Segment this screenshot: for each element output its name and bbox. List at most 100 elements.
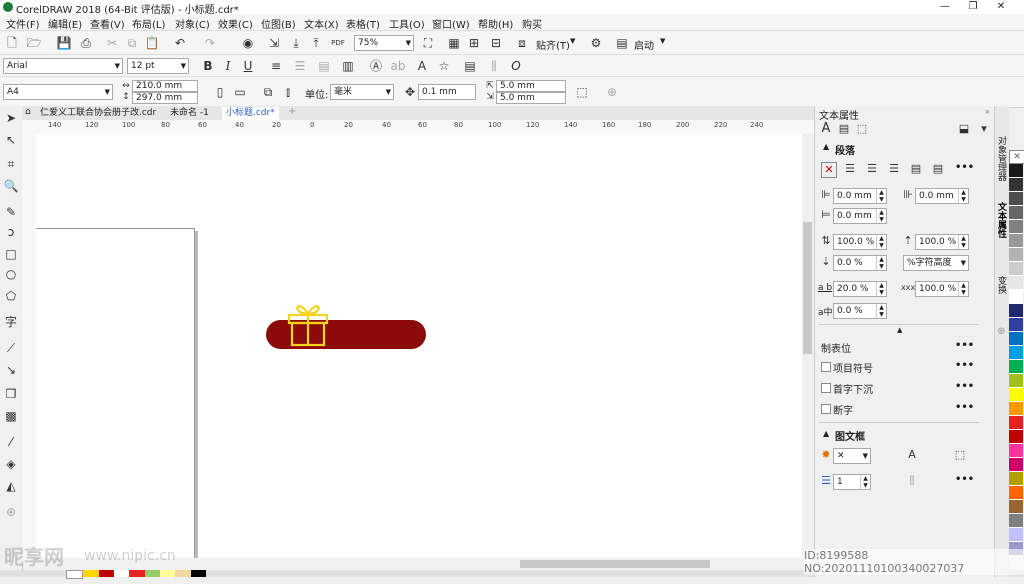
copy-icon[interactable]: ⧉: [124, 35, 140, 51]
collapse-icon[interactable]: »: [985, 107, 990, 116]
close-button[interactable]: ✕: [990, 0, 1012, 14]
dropcap-icon[interactable]: ▤: [316, 58, 332, 74]
unit-select[interactable]: 毫米 ▼: [330, 84, 394, 100]
color-swatch[interactable]: [1009, 248, 1023, 262]
edit-text-icon[interactable]: ab: [390, 58, 406, 74]
freehand-tool-icon[interactable]: ✎: [3, 204, 19, 220]
doc-swatch[interactable]: [159, 570, 176, 577]
text-tool-icon[interactable]: 字: [3, 314, 19, 330]
color-swatch[interactable]: [1009, 220, 1023, 234]
spinner-icon[interactable]: ▲ ▼: [876, 282, 886, 296]
artistic-media-icon[interactable]: ↄ: [3, 224, 19, 240]
color-swatch[interactable]: [1009, 388, 1023, 402]
bullets-checkbox[interactable]: [821, 362, 831, 372]
pick-tool-icon[interactable]: ➤: [3, 110, 19, 126]
frame-size-icon[interactable]: ⬚: [953, 448, 967, 462]
options-gear-icon[interactable]: ⚙: [588, 35, 604, 51]
color-swatch[interactable]: [1009, 206, 1023, 220]
eyedropper-icon[interactable]: ⁄: [3, 434, 19, 450]
portrait-icon[interactable]: ▯: [212, 84, 228, 100]
rectangle-tool-icon[interactable]: □: [3, 246, 19, 262]
tab-document-3[interactable]: 小标题.cdr*: [222, 107, 279, 120]
color-swatch[interactable]: [1009, 472, 1023, 486]
menu-view[interactable]: 查看(V): [90, 16, 125, 31]
parallel-dimension-icon[interactable]: ⟋: [3, 340, 19, 356]
import-file-icon[interactable]: ⤓: [288, 35, 304, 51]
tab-document-2[interactable]: 未命名 -1: [166, 107, 213, 120]
more-options-icon[interactable]: •••: [955, 162, 974, 173]
nudge-distance-field[interactable]: 0.1 mm: [418, 84, 476, 100]
menu-edit[interactable]: 编辑(E): [48, 16, 82, 31]
frame-fill-icon[interactable]: ✸: [819, 448, 833, 462]
shape-tool-icon[interactable]: ↖: [3, 132, 19, 148]
paragraph-after-field[interactable]: 0.0 % ▲ ▼: [833, 255, 887, 271]
zoom-level-field[interactable]: 75% ▼: [354, 35, 414, 51]
drop-shadow-icon[interactable]: ❐: [3, 386, 19, 402]
crop-tool-icon[interactable]: ⌗: [3, 156, 19, 172]
landscape-icon[interactable]: ▭: [232, 84, 248, 100]
text-properties-icon[interactable]: ▤: [462, 58, 478, 74]
color-swatch[interactable]: [1009, 444, 1023, 458]
outline-icon[interactable]: O: [508, 58, 524, 74]
font-size-field[interactable]: 12 pt ▼: [127, 58, 189, 74]
tabs-options-icon[interactable]: •••: [955, 340, 974, 351]
color-swatch[interactable]: [1009, 164, 1023, 178]
bullets-options-icon[interactable]: •••: [955, 360, 974, 371]
menu-object[interactable]: 对象(C): [175, 16, 210, 31]
doc-swatch[interactable]: [83, 570, 99, 577]
zoom-tool-icon[interactable]: 🔍: [3, 178, 19, 194]
column-options-icon[interactable]: ⫼: [905, 474, 919, 488]
frame-options-icon[interactable]: •••: [955, 474, 974, 485]
frame-icon[interactable]: ⬚: [855, 122, 869, 136]
menu-file[interactable]: 文件(F): [6, 16, 40, 31]
line-spacing-field[interactable]: 100.0 % ▲ ▼: [833, 234, 887, 250]
import-icon[interactable]: ⇲: [266, 35, 282, 51]
menu-window[interactable]: 窗口(W): [432, 16, 470, 31]
page-height-field[interactable]: 297.0 mm: [132, 92, 198, 104]
color-swatch[interactable]: [1009, 290, 1023, 304]
horizontal-text-icon[interactable]: A: [414, 58, 430, 74]
spinner-icon[interactable]: ▲ ▼: [958, 189, 968, 203]
doc-swatch[interactable]: [129, 570, 145, 577]
color-swatch[interactable]: [1009, 458, 1023, 472]
text-frame-icon[interactable]: ▥: [340, 58, 356, 74]
minimize-button[interactable]: —: [934, 0, 956, 14]
current-page-icon[interactable]: ⫾: [280, 84, 296, 100]
launch-menu[interactable]: 启动: [634, 37, 654, 52]
spinner-icon[interactable]: ▲ ▼: [958, 282, 968, 296]
add-tab-icon[interactable]: +: [288, 106, 296, 117]
vertical-ruler[interactable]: [22, 134, 37, 564]
columns-field[interactable]: 1 ▲ ▼: [833, 474, 871, 490]
tab-transform[interactable]: 变换: [996, 276, 1008, 294]
font-family-field[interactable]: Arial ▼: [3, 58, 123, 74]
all-pages-icon[interactable]: ⧉: [260, 84, 276, 100]
page-size-field[interactable]: A4 ▼: [3, 84, 113, 100]
doc-swatch[interactable]: [66, 570, 84, 579]
color-swatch[interactable]: [1009, 500, 1023, 514]
color-swatch[interactable]: [1009, 318, 1023, 332]
snap-menu[interactable]: 贴齐(T): [536, 37, 570, 52]
redo-icon[interactable]: ↷: [202, 35, 218, 51]
spinner-icon[interactable]: ▲ ▼: [958, 235, 968, 249]
add-docker-icon[interactable]: ⊕: [997, 326, 1005, 337]
doc-swatch[interactable]: [113, 570, 130, 577]
color-swatch[interactable]: [1009, 360, 1023, 374]
justify-icon[interactable]: ▤: [909, 162, 923, 176]
expand-arrow-icon[interactable]: ▲: [897, 326, 902, 334]
tab-document-1[interactable]: 仁爱义工联合协会册子改.cdr: [36, 107, 160, 120]
color-swatch[interactable]: [1009, 234, 1023, 248]
treat-as-filled-icon[interactable]: ⬚: [574, 84, 590, 100]
color-swatch[interactable]: [1009, 528, 1023, 542]
horizontal-scroll-thumb[interactable]: [520, 560, 710, 568]
color-swatch[interactable]: [1009, 374, 1023, 388]
duplicate-x-field[interactable]: 5.0 mm: [496, 80, 566, 92]
doc-swatch[interactable]: [190, 570, 206, 577]
doc-swatch[interactable]: [144, 570, 160, 577]
cut-icon[interactable]: ✂: [104, 35, 120, 51]
spinner-icon[interactable]: ▲ ▼: [876, 256, 886, 270]
dropcap-options-icon[interactable]: •••: [955, 381, 974, 392]
dropcap-checkbox[interactable]: [821, 383, 831, 393]
search-content-icon[interactable]: ◉: [240, 35, 256, 51]
char-spacing-field[interactable]: 20.0 % ▲ ▼: [833, 281, 887, 297]
home-icon[interactable]: ⌂: [25, 107, 31, 117]
